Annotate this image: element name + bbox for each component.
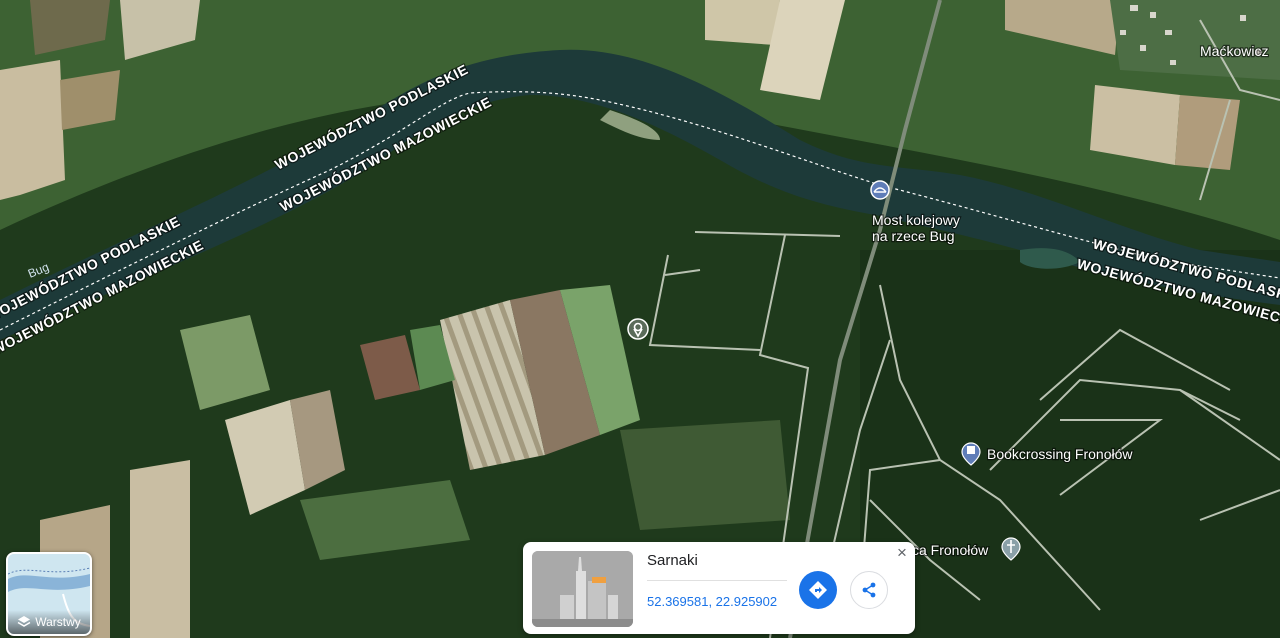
location-pin-icon[interactable] — [627, 318, 649, 340]
church-label: ca Fronołów — [912, 542, 989, 558]
place-coordinates[interactable]: 52.369581, 22.925902 — [647, 594, 777, 609]
bookcrossing-poi[interactable]: Bookcrossing Fronołów — [961, 442, 1135, 466]
close-icon[interactable]: × — [893, 544, 911, 562]
layers-button[interactable]: Warstwy — [6, 552, 92, 636]
place-photo[interactable] — [532, 551, 633, 627]
bridge-icon — [870, 180, 890, 200]
share-button[interactable] — [850, 571, 888, 609]
bridge-label-line2: na rzece Bug — [872, 228, 955, 244]
village-label[interactable]: Maćkowicz — [1199, 42, 1270, 60]
share-icon — [862, 582, 876, 598]
place-title: Sarnaki — [647, 552, 698, 569]
place-info-card[interactable]: Sarnaki 52.369581, 22.925902 × — [523, 542, 915, 634]
layers-label-row: Warstwy — [8, 610, 90, 634]
bridge-label: Most kolejowy — [872, 212, 960, 228]
directions-button[interactable] — [799, 571, 837, 609]
bookcrossing-label: Bookcrossing Fronołów — [987, 446, 1133, 462]
city-placeholder-icon — [532, 551, 633, 627]
layers-label: Warstwy — [35, 615, 81, 629]
directions-icon — [809, 581, 827, 599]
layers-icon — [17, 616, 31, 627]
card-divider — [647, 580, 787, 581]
